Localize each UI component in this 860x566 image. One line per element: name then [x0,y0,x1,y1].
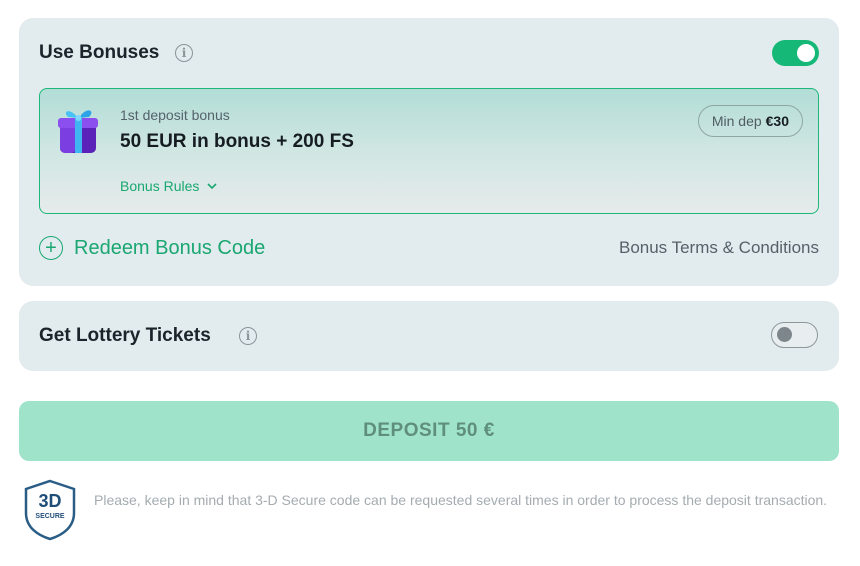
gift-icon [58,110,98,153]
toggle-knob [777,327,792,342]
plus-circle-icon: + [39,236,63,260]
info-icon[interactable]: i [239,327,257,345]
bonus-offer-card[interactable]: 1st deposit bonus 50 EUR in bonus + 200 … [39,88,819,214]
bonus-rules-label: Bonus Rules [120,178,200,194]
bonus-subtitle: 1st deposit bonus [120,107,230,123]
redeem-bonus-code-button[interactable]: + Redeem Bonus Code [39,236,265,260]
deposit-button[interactable]: DEPOSIT 50 € [19,401,839,461]
secure-note: Please, keep in mind that 3-D Secure cod… [94,492,828,508]
lottery-title: Get Lottery Tickets [39,325,211,346]
3d-secure-shield-icon: 3D SECURE [24,479,76,541]
bonus-title: 50 EUR in bonus + 200 FS [120,131,354,152]
min-dep-value: €30 [765,113,789,129]
use-bonuses-title: Use Bonuses [39,42,160,63]
chevron-down-icon [207,182,217,189]
badge-small-text: SECURE [35,513,65,520]
use-bonuses-toggle[interactable] [772,40,819,66]
lottery-toggle[interactable] [771,322,818,348]
bonuses-card: Use Bonuses i 1st deposit bonus 50 EUR i… [19,18,839,286]
info-icon[interactable]: i [175,44,193,62]
min-deposit-badge: Min dep €30 [697,105,803,137]
badge-big-text: 3D [38,491,61,511]
lottery-card: Get Lottery Tickets i [19,301,839,371]
bonus-terms-link[interactable]: Bonus Terms & Conditions [619,238,819,258]
toggle-knob [797,44,815,62]
redeem-label: Redeem Bonus Code [74,236,266,259]
min-dep-label: Min dep [711,113,762,129]
bonus-rules-link[interactable]: Bonus Rules [120,178,217,194]
